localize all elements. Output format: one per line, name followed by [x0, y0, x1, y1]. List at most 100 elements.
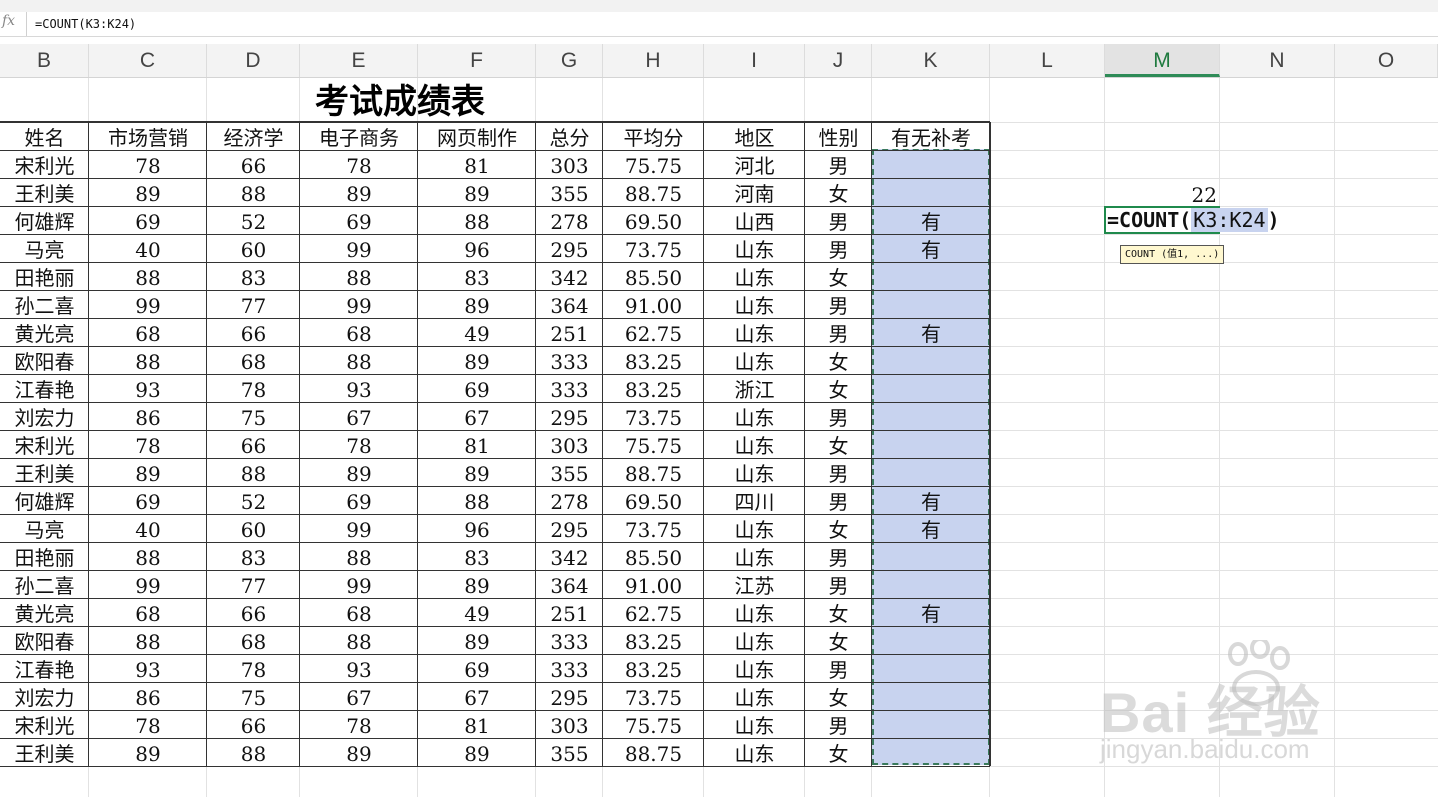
table-cell[interactable]: 62.75: [603, 598, 704, 626]
table-cell[interactable]: 49: [418, 598, 536, 626]
table-cell[interactable]: 女: [805, 626, 872, 654]
table-cell[interactable]: 303: [536, 430, 603, 458]
table-cell[interactable]: 男: [805, 542, 872, 570]
makeup-exam-cell[interactable]: 有: [872, 514, 990, 542]
header-cell[interactable]: 地区: [704, 122, 805, 150]
table-cell[interactable]: 96: [418, 514, 536, 542]
table-cell[interactable]: 66: [207, 150, 300, 178]
table-cell[interactable]: 山东: [704, 402, 805, 430]
table-cell[interactable]: 69: [418, 374, 536, 402]
table-cell[interactable]: 男: [805, 570, 872, 598]
table-cell[interactable]: 78: [207, 654, 300, 682]
table-cell[interactable]: 88: [418, 486, 536, 514]
table-cell[interactable]: 83: [207, 542, 300, 570]
sheet-title[interactable]: 考试成绩表: [300, 78, 500, 122]
table-cell[interactable]: 66: [207, 710, 300, 738]
header-cell[interactable]: 经济学: [207, 122, 300, 150]
makeup-exam-cell[interactable]: [872, 570, 990, 598]
table-cell[interactable]: 宋利光: [0, 710, 89, 738]
column-header-O[interactable]: O: [1335, 44, 1438, 77]
table-cell[interactable]: 女: [805, 374, 872, 402]
table-cell[interactable]: 81: [418, 150, 536, 178]
table-cell[interactable]: 355: [536, 738, 603, 766]
table-cell[interactable]: 40: [89, 234, 207, 262]
table-cell[interactable]: 364: [536, 570, 603, 598]
header-cell[interactable]: 总分: [536, 122, 603, 150]
table-cell[interactable]: 89: [300, 738, 418, 766]
makeup-exam-cell[interactable]: [872, 542, 990, 570]
makeup-exam-cell[interactable]: [872, 262, 990, 290]
table-cell[interactable]: 278: [536, 486, 603, 514]
table-cell[interactable]: 男: [805, 206, 872, 234]
table-cell[interactable]: 66: [207, 430, 300, 458]
makeup-exam-cell[interactable]: [872, 430, 990, 458]
fx-icon[interactable]: fx: [2, 13, 15, 29]
table-cell[interactable]: 93: [89, 374, 207, 402]
table-cell[interactable]: 91.00: [603, 570, 704, 598]
table-cell[interactable]: 69: [89, 206, 207, 234]
table-cell[interactable]: 69: [300, 486, 418, 514]
table-cell[interactable]: 96: [418, 234, 536, 262]
table-cell[interactable]: 88.75: [603, 178, 704, 206]
table-cell[interactable]: 73.75: [603, 682, 704, 710]
formula-input[interactable]: =COUNT(K3:K24): [26, 12, 1438, 36]
table-cell[interactable]: 女: [805, 262, 872, 290]
table-cell[interactable]: 孙二喜: [0, 290, 89, 318]
table-cell[interactable]: 黄光亮: [0, 598, 89, 626]
table-cell[interactable]: 四川: [704, 486, 805, 514]
table-cell[interactable]: 278: [536, 206, 603, 234]
makeup-exam-cell[interactable]: 有: [872, 234, 990, 262]
table-cell[interactable]: 342: [536, 542, 603, 570]
table-cell[interactable]: 89: [418, 626, 536, 654]
table-cell[interactable]: 89: [300, 178, 418, 206]
table-cell[interactable]: 田艳丽: [0, 542, 89, 570]
table-cell[interactable]: 山东: [704, 710, 805, 738]
table-cell[interactable]: 江春艳: [0, 654, 89, 682]
table-cell[interactable]: 男: [805, 710, 872, 738]
table-cell[interactable]: 山东: [704, 626, 805, 654]
table-cell[interactable]: 宋利光: [0, 430, 89, 458]
table-cell[interactable]: 山东: [704, 318, 805, 346]
table-cell[interactable]: 303: [536, 710, 603, 738]
table-cell[interactable]: 83.25: [603, 346, 704, 374]
table-cell[interactable]: 88: [89, 262, 207, 290]
table-cell[interactable]: 宋利光: [0, 150, 89, 178]
header-cell[interactable]: 网页制作: [418, 122, 536, 150]
table-cell[interactable]: 83: [418, 542, 536, 570]
table-cell[interactable]: 67: [300, 682, 418, 710]
table-cell[interactable]: 78: [89, 150, 207, 178]
table-cell[interactable]: 333: [536, 626, 603, 654]
column-header-C[interactable]: C: [89, 44, 207, 77]
table-cell[interactable]: 295: [536, 682, 603, 710]
table-cell[interactable]: 88: [300, 262, 418, 290]
table-cell[interactable]: 68: [300, 318, 418, 346]
makeup-exam-cell[interactable]: [872, 654, 990, 682]
table-cell[interactable]: 78: [207, 374, 300, 402]
table-cell[interactable]: 男: [805, 402, 872, 430]
table-cell[interactable]: 81: [418, 430, 536, 458]
makeup-exam-cell[interactable]: [872, 626, 990, 654]
table-cell[interactable]: 山西: [704, 206, 805, 234]
table-cell[interactable]: 60: [207, 234, 300, 262]
table-cell[interactable]: 68: [89, 598, 207, 626]
table-cell[interactable]: 93: [300, 654, 418, 682]
table-cell[interactable]: 89: [89, 458, 207, 486]
makeup-exam-cell[interactable]: [872, 290, 990, 318]
column-header-H[interactable]: H: [603, 44, 704, 77]
table-cell[interactable]: 75.75: [603, 710, 704, 738]
table-cell[interactable]: 81: [418, 710, 536, 738]
table-cell[interactable]: 60: [207, 514, 300, 542]
table-cell[interactable]: 欧阳春: [0, 346, 89, 374]
table-cell[interactable]: 333: [536, 654, 603, 682]
table-cell[interactable]: 83.25: [603, 654, 704, 682]
column-header-D[interactable]: D: [207, 44, 300, 77]
table-cell[interactable]: 83: [207, 262, 300, 290]
table-cell[interactable]: 99: [89, 570, 207, 598]
table-cell[interactable]: 295: [536, 514, 603, 542]
table-cell[interactable]: 73.75: [603, 514, 704, 542]
table-cell[interactable]: 山东: [704, 542, 805, 570]
column-header-N[interactable]: N: [1220, 44, 1335, 77]
table-cell[interactable]: 89: [418, 290, 536, 318]
table-cell[interactable]: 88: [207, 738, 300, 766]
table-cell[interactable]: 男: [805, 234, 872, 262]
